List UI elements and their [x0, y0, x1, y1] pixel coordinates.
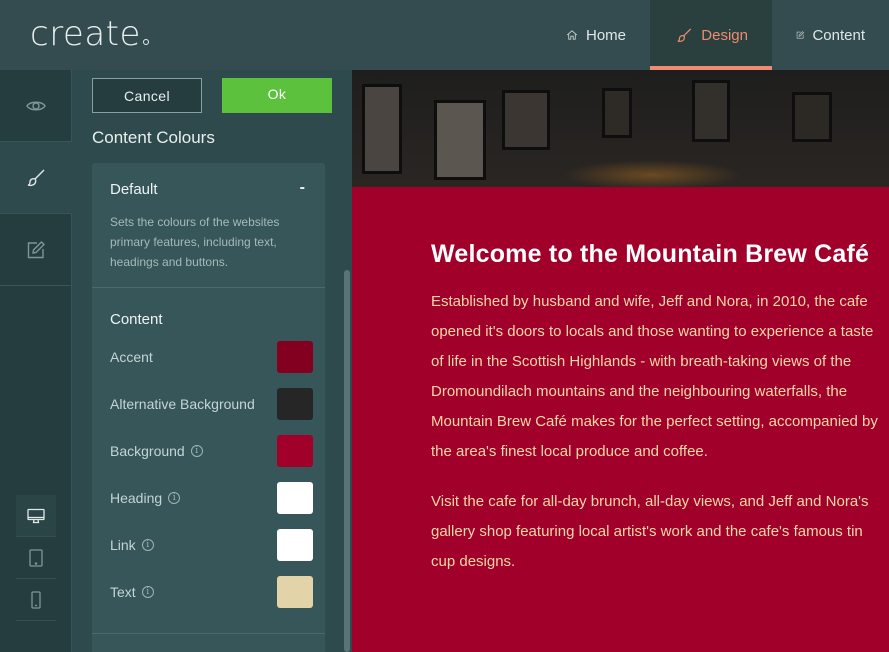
collapse-toggle[interactable]: - — [300, 179, 305, 197]
desktop-icon — [27, 508, 45, 523]
swatch-label: Alternative Background — [110, 396, 277, 412]
swatch-label: Heading i — [110, 490, 277, 506]
nav-home[interactable]: Home — [544, 0, 650, 70]
home-icon — [566, 30, 578, 40]
swatch-label-text: Text — [110, 584, 136, 600]
tablet-icon — [29, 548, 43, 567]
swatch-row-heading[interactable]: Heading i — [110, 481, 313, 515]
nav-design-label: Design — [701, 26, 748, 44]
top-bar: create Home Design Content — [0, 0, 889, 70]
card-description: Sets the colours of the websites primary… — [110, 215, 280, 269]
brush-icon — [677, 28, 692, 42]
logo-text: create — [30, 14, 141, 54]
swatch-label-text: Link — [110, 537, 136, 553]
link-swatch[interactable] — [277, 529, 313, 561]
main-nav: Home Design Content — [544, 0, 889, 70]
brush-icon — [27, 169, 44, 186]
swatch-label-text: Alternative Background — [110, 396, 255, 412]
nav-home-label: Home — [585, 26, 626, 44]
swatch-row-link[interactable]: Link i — [110, 528, 313, 562]
panel-title: Content Colours — [92, 128, 215, 147]
preview-paragraph: Established by husband and wife, Jeff an… — [431, 293, 878, 460]
device-desktop[interactable] — [16, 495, 56, 537]
rail-design[interactable] — [0, 142, 72, 214]
nav-content-label: Content — [812, 26, 865, 44]
device-switcher — [16, 495, 56, 621]
accent-swatch[interactable] — [277, 341, 313, 373]
edit-icon — [796, 31, 805, 39]
swatch-label-text: Accent — [110, 349, 153, 365]
divider — [92, 633, 325, 634]
card-header[interactable]: Default - Sets the colours of the websit… — [92, 163, 325, 288]
card-title: Default — [110, 181, 158, 198]
preview-paragraph: Visit the cafe for all-day brunch, all-d… — [431, 493, 869, 570]
hero-image — [352, 70, 889, 187]
hero-light — [562, 160, 742, 187]
text-swatch[interactable] — [277, 576, 313, 608]
eye-icon — [26, 101, 46, 110]
swatch-row-text[interactable]: Text i — [110, 575, 313, 609]
nav-content[interactable]: Content — [772, 0, 889, 70]
preview-heading: Welcome to the Mountain Brew Café — [431, 240, 870, 268]
rail-content[interactable] — [0, 214, 72, 286]
hero-frame — [502, 90, 550, 150]
hero-frame — [602, 88, 632, 138]
hero-frame — [362, 84, 402, 174]
site-preview: Welcome to the Mountain Brew Café Establ… — [352, 70, 889, 652]
device-mobile[interactable] — [16, 579, 56, 621]
logo-dot — [142, 39, 149, 45]
swatch-row-accent[interactable]: Accent — [110, 340, 313, 374]
info-icon[interactable]: i — [141, 586, 154, 598]
swatch-row-background[interactable]: Background i — [110, 434, 313, 468]
swatch-label: Link i — [110, 537, 277, 553]
panel-scrollbar[interactable] — [344, 270, 350, 652]
hero-frame — [434, 100, 486, 180]
heading-swatch[interactable] — [277, 482, 313, 514]
swatch-row-alt-background[interactable]: Alternative Background — [110, 387, 313, 421]
mobile-icon — [31, 590, 41, 609]
rail-preview[interactable] — [0, 70, 72, 142]
swatch-label: Text i — [110, 584, 277, 600]
colour-card: Default - Sets the colours of the websit… — [92, 163, 325, 652]
background-swatch[interactable] — [277, 435, 313, 467]
ok-button[interactable]: Ok — [222, 78, 332, 113]
preview-content: Welcome to the Mountain Brew Café Establ… — [431, 238, 883, 577]
info-icon[interactable]: i — [141, 539, 154, 551]
info-icon[interactable]: i — [168, 492, 181, 504]
section-title: Content — [110, 311, 163, 328]
swatch-label-text: Heading — [110, 490, 163, 506]
nav-design[interactable]: Design — [650, 0, 772, 70]
edit-icon — [27, 240, 45, 258]
swatch-label: Background i — [110, 443, 277, 459]
cancel-button[interactable]: Cancel — [92, 78, 202, 113]
swatch-label-text: Background — [110, 443, 185, 459]
swatch-label: Accent — [110, 349, 277, 365]
hero-frame — [692, 80, 730, 142]
device-tablet[interactable] — [16, 537, 56, 579]
design-panel: Cancel Ok Content Colours Default - Sets… — [72, 70, 352, 652]
logo[interactable]: create — [30, 14, 149, 54]
tool-rail — [0, 70, 72, 652]
info-icon[interactable]: i — [190, 445, 203, 457]
hero-frame — [792, 92, 832, 142]
alt-background-swatch[interactable] — [277, 388, 313, 420]
